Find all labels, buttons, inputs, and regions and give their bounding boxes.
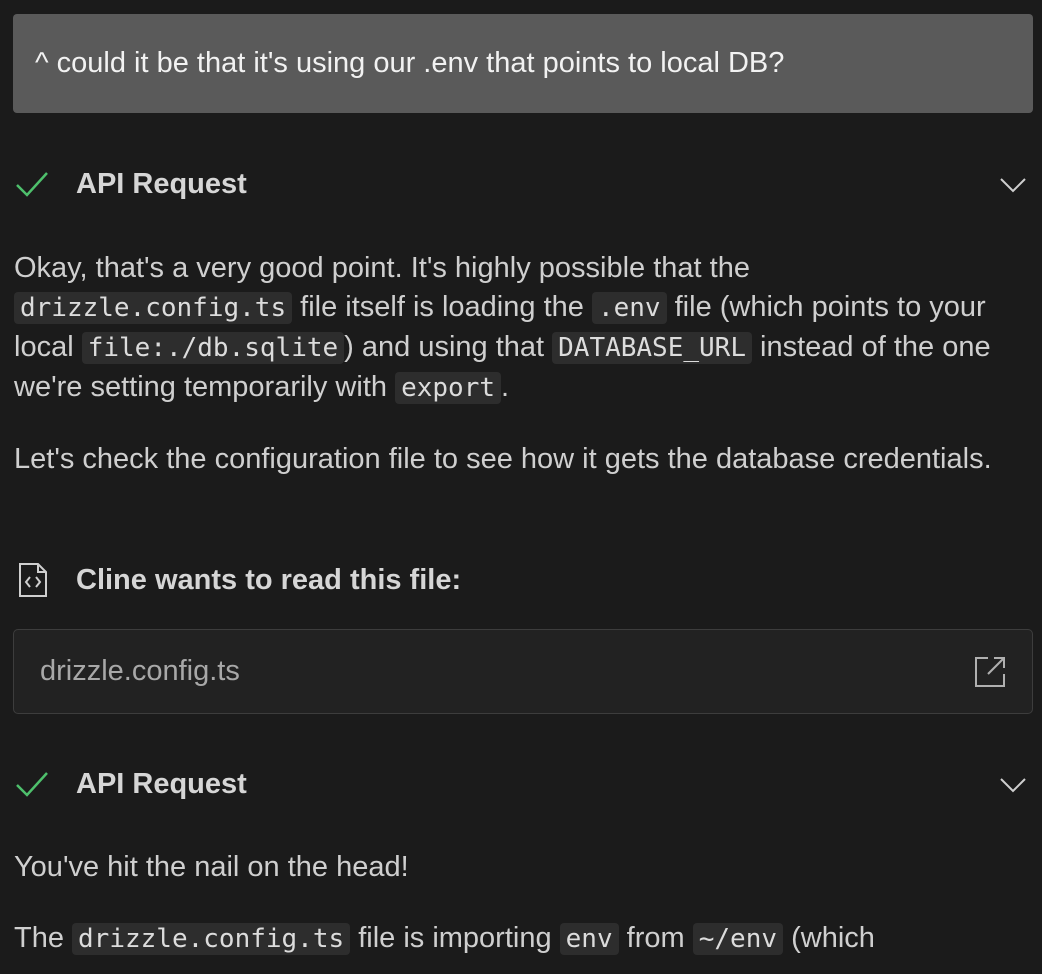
text-span: . <box>501 371 510 403</box>
api-request-header-1[interactable]: API Request <box>13 164 1033 204</box>
check-icon <box>16 772 48 797</box>
response-paragraph-2: Let's check the configuration file to se… <box>14 443 992 475</box>
open-external-icon[interactable] <box>972 654 1008 690</box>
file-code-icon <box>19 563 47 597</box>
response-paragraph: Okay, that's a very good point. It's hig… <box>14 249 1024 408</box>
text-span: file itself is loading the <box>292 291 592 323</box>
chevron-down-icon[interactable] <box>997 768 1029 800</box>
inline-code: ~/env <box>692 923 784 955</box>
text-span: Okay, that's a very good point. It's hig… <box>14 252 750 284</box>
api-request-header-2[interactable]: API Request <box>13 764 1033 804</box>
inline-code: export <box>395 372 501 404</box>
inline-code: env <box>559 923 619 955</box>
api-request-label: API Request <box>76 767 247 800</box>
response-2-paragraph-1: You've hit the nail on the head! <box>14 851 409 883</box>
inline-code: drizzle.config.ts <box>14 292 293 324</box>
chevron-down-icon[interactable] <box>997 168 1029 200</box>
inline-code: file:./db.sqlite <box>81 332 345 364</box>
response-2-paragraph-2: The drizzle.config.ts file is importing … <box>14 919 1024 959</box>
text-span: (which <box>783 922 875 954</box>
user-message-text: ^ could it be that it's using our .env t… <box>35 47 785 79</box>
inline-code: .env <box>591 292 667 324</box>
file-link[interactable]: drizzle.config.ts <box>13 629 1033 714</box>
text-span: from <box>618 922 693 954</box>
api-request-label: API Request <box>76 167 247 200</box>
text-span: The <box>14 922 73 954</box>
read-file-header: Cline wants to read this file: <box>13 560 713 600</box>
inline-code: DATABASE_URL <box>552 332 752 364</box>
user-message-bubble: ^ could it be that it's using our .env t… <box>13 14 1033 113</box>
read-file-title: Cline wants to read this file: <box>76 563 462 596</box>
check-icon <box>16 172 48 197</box>
text-span: ) and using that <box>344 331 553 363</box>
file-name: drizzle.config.ts <box>40 655 240 687</box>
inline-code: drizzle.config.ts <box>72 923 351 955</box>
text-span: file is importing <box>350 922 560 954</box>
